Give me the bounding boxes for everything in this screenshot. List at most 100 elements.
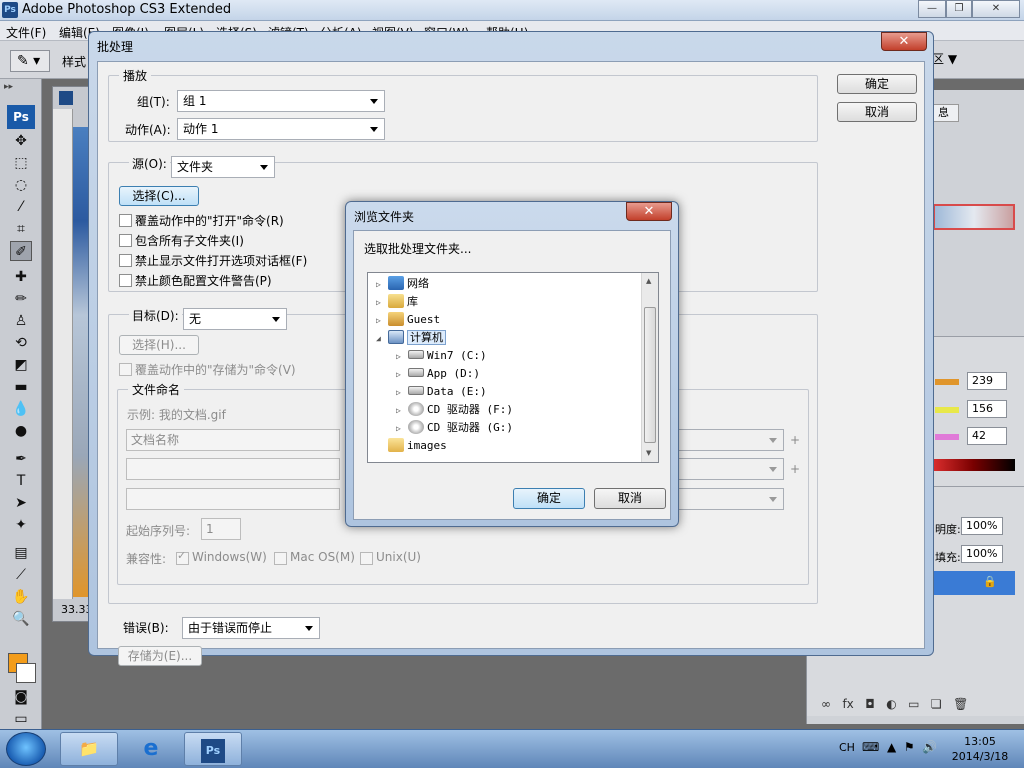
start-serial-field[interactable]: 1 <box>201 518 241 540</box>
adjustment-icon[interactable]: ◐ <box>886 697 896 711</box>
source-select[interactable]: 文件夹 <box>171 156 275 178</box>
stamp-tool-icon[interactable]: ♙ <box>10 311 32 331</box>
batch-cancel-button[interactable]: 取消 <box>837 102 917 122</box>
set-select[interactable]: 组 1 <box>177 90 385 112</box>
scroll-down-icon[interactable]: ▼ <box>646 449 651 457</box>
type-tool-icon[interactable]: T <box>10 471 32 491</box>
link-layers-icon[interactable]: ∞ <box>821 697 831 711</box>
fx-icon[interactable]: fx <box>842 697 853 711</box>
volume-icon[interactable]: 🔊 <box>922 740 937 754</box>
action-select[interactable]: 动作 1 <box>177 118 385 140</box>
expand-icon[interactable]: ▷ <box>396 420 408 438</box>
tree-node-drive-c[interactable]: ▷ Win7 (C:) <box>396 347 487 365</box>
gradient-tool-icon[interactable]: ▬ <box>10 377 32 397</box>
tree-node-network[interactable]: ▷ 网络 <box>376 275 429 293</box>
browse-cancel-button[interactable]: 取消 <box>594 488 666 509</box>
expand-icon[interactable]: ▷ <box>376 276 388 294</box>
keyboard-icon[interactable]: ⌨ <box>862 740 879 754</box>
panel-tab-info[interactable]: 息 <box>933 104 959 122</box>
tree-node-drive-e[interactable]: ▷ Data (E:) <box>396 383 487 401</box>
browse-close-button[interactable]: ✕ <box>626 202 672 221</box>
dodge-tool-icon[interactable]: ● <box>10 421 32 441</box>
color-value-b[interactable]: 42 <box>967 427 1007 445</box>
tree-node-guest[interactable]: ▷ Guest <box>376 311 440 329</box>
expand-icon[interactable]: ▷ <box>396 348 408 366</box>
explorer-taskbar-button[interactable]: 📁 <box>60 732 118 766</box>
tree-node-library[interactable]: ▷ 库 <box>376 293 418 311</box>
start-button[interactable] <box>6 732 46 766</box>
options-dropdown-fragment[interactable]: 区 ▼ <box>932 50 957 67</box>
expand-icon[interactable]: ▷ <box>396 402 408 420</box>
notes-tool-icon[interactable]: ▤ <box>10 543 32 563</box>
errors-select[interactable]: 由于错误而停止 <box>182 617 320 639</box>
green-slider[interactable] <box>935 407 959 413</box>
lasso-tool-icon[interactable]: ◌ <box>10 175 32 195</box>
naming-field-2[interactable] <box>126 458 340 480</box>
tree-node-drive-f[interactable]: ▷ CD 驱动器 (F:) <box>396 401 513 419</box>
background-color-swatch[interactable] <box>16 663 36 683</box>
compat-windows-checkbox[interactable]: Windows(W) <box>176 549 267 565</box>
errors-save-as-button[interactable]: 存储为(E)... <box>118 646 202 666</box>
healing-brush-icon[interactable]: ✚ <box>10 267 32 287</box>
scroll-up-icon[interactable]: ▲ <box>646 277 651 285</box>
marquee-tool-icon[interactable]: ⬚ <box>10 153 32 173</box>
naming-field-2-dropdown[interactable] <box>666 458 784 480</box>
suppress-open-options-checkbox[interactable]: 禁止显示文件打开选项对话框(F) <box>119 252 307 269</box>
compat-unix-checkbox[interactable]: Unix(U) <box>360 550 421 565</box>
path-select-icon[interactable]: ➤ <box>10 493 32 513</box>
batch-close-button[interactable]: ✕ <box>881 32 927 51</box>
tree-scrollbar[interactable]: ▲ ▼ <box>641 273 658 462</box>
destination-select[interactable]: 无 <box>183 308 287 330</box>
red-slider[interactable] <box>935 379 959 385</box>
shape-tool-icon[interactable]: ✦ <box>10 515 32 535</box>
tray-clock[interactable]: 13:05 2014/3/18 <box>940 734 1020 764</box>
quick-mask-icon[interactable]: ◙ <box>10 687 32 707</box>
brush-tool-icon[interactable]: ✏ <box>10 289 32 309</box>
source-choose-button[interactable]: 选择(C)... <box>119 186 199 206</box>
photoshop-taskbar-button[interactable]: Ps <box>184 732 242 766</box>
folder-tree[interactable]: ▷ 网络 ▷ 库 ▷ Guest ◢ 计算机 ▷ Win7 (C:) ▷ App (D:) … <box>367 272 659 463</box>
naming-field-1-dropdown[interactable] <box>666 429 784 451</box>
override-open-checkbox[interactable]: 覆盖动作中的"打开"命令(R) <box>119 212 284 229</box>
zoom-tool-icon[interactable]: 🔍 <box>10 609 32 629</box>
suppress-color-warnings-checkbox[interactable]: 禁止颜色配置文件警告(P) <box>119 272 272 289</box>
naming-field-1[interactable]: 文档名称 <box>126 429 340 451</box>
tree-node-computer[interactable]: ◢ 计算机 <box>376 329 446 347</box>
color-value-r[interactable]: 239 <box>967 372 1007 390</box>
expand-icon[interactable]: ▷ <box>376 312 388 330</box>
hand-tool-icon[interactable]: ✋ <box>10 587 32 607</box>
browse-ok-button[interactable]: 确定 <box>513 488 585 509</box>
blur-tool-icon[interactable]: 💧 <box>10 399 32 419</box>
flag-icon[interactable]: ⚑ <box>904 740 915 754</box>
toolbox-collapse-icon[interactable]: ▸▸ <box>4 82 13 92</box>
eraser-tool-icon[interactable]: ◩ <box>10 355 32 375</box>
group-icon[interactable]: ▭ <box>908 697 919 711</box>
eyedropper-tool-icon[interactable]: ⟋ <box>10 565 32 585</box>
opacity-field[interactable]: 100% <box>961 517 1003 535</box>
color-value-g[interactable]: 156 <box>967 400 1007 418</box>
expand-icon[interactable]: ▷ <box>376 294 388 312</box>
minimize-button[interactable]: — <box>918 0 946 18</box>
ie-taskbar-button[interactable]: e <box>122 732 180 766</box>
pen-tool-icon[interactable]: ✒ <box>10 449 32 469</box>
scrollbar-thumb[interactable] <box>644 307 656 443</box>
naming-field-3-dropdown[interactable] <box>666 488 784 510</box>
new-layer-icon[interactable]: ❏ <box>931 697 942 711</box>
color-ramp[interactable] <box>931 459 1015 471</box>
compat-mac-checkbox[interactable]: Mac OS(M) <box>274 550 355 565</box>
slice-tool-icon[interactable]: ✐ <box>10 241 32 261</box>
collapse-icon[interactable]: ◢ <box>376 330 388 348</box>
menu-file[interactable]: 文件(F) <box>6 24 46 41</box>
trash-icon[interactable]: 🗑 <box>953 697 968 711</box>
blue-slider[interactable] <box>935 434 959 440</box>
restore-button[interactable]: ❐ <box>946 0 972 18</box>
tool-preset-picker[interactable]: ✎ ▾ <box>10 50 50 72</box>
crop-tool-icon[interactable]: ⌗ <box>10 219 32 239</box>
include-subfolders-checkbox[interactable]: 包含所有子文件夹(I) <box>119 232 244 249</box>
fill-field[interactable]: 100% <box>961 545 1003 563</box>
tree-node-drive-g[interactable]: ▷ CD 驱动器 (G:) <box>396 419 513 437</box>
move-tool-icon[interactable]: ✥ <box>10 131 32 151</box>
expand-icon[interactable]: ▷ <box>396 366 408 384</box>
tree-node-images[interactable]: images <box>376 437 447 455</box>
destination-choose-button[interactable]: 选择(H)... <box>119 335 199 355</box>
